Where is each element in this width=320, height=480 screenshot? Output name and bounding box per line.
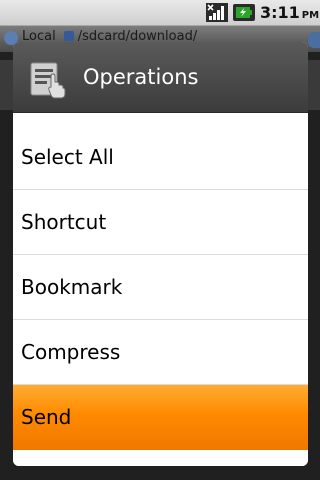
- clock-time: 3:11: [260, 3, 300, 22]
- folder-icon: [63, 31, 74, 41]
- menu-item-label: Select All: [21, 145, 114, 169]
- operations-dialog: Operations Select All Shortcut Bookmark …: [13, 42, 308, 466]
- menu-item-bookmark[interactable]: Bookmark: [13, 255, 308, 320]
- signal-no-sim-icon: [206, 3, 228, 22]
- operations-list: Select All Shortcut Bookmark Compress Se…: [13, 125, 308, 450]
- status-bar: 3:11 PM: [0, 0, 320, 26]
- menu-item-label: Send: [21, 405, 72, 429]
- menu-item-shortcut[interactable]: Shortcut: [13, 190, 308, 255]
- menu-item-label: Shortcut: [21, 210, 107, 234]
- menu-item-label: Bookmark: [21, 275, 123, 299]
- clock: 3:11 PM: [260, 3, 319, 23]
- dialog-header: Operations: [13, 42, 308, 113]
- menu-item-select-all[interactable]: Select All: [13, 125, 308, 190]
- dialog-bottom-edge: [13, 450, 308, 466]
- dialog-title: Operations: [83, 65, 199, 89]
- pathbar-action-button[interactable]: [308, 32, 320, 48]
- battery-charging-icon: [233, 4, 255, 21]
- file-operations-icon: [30, 62, 66, 99]
- menu-item-compress[interactable]: Compress: [13, 320, 308, 385]
- menu-item-label: Compress: [21, 340, 121, 364]
- clock-ampm: PM: [301, 10, 320, 21]
- menu-item-send[interactable]: Send: [13, 385, 308, 450]
- screen: 3:11 PM Local/sdcard/download/ Operations…: [0, 0, 320, 480]
